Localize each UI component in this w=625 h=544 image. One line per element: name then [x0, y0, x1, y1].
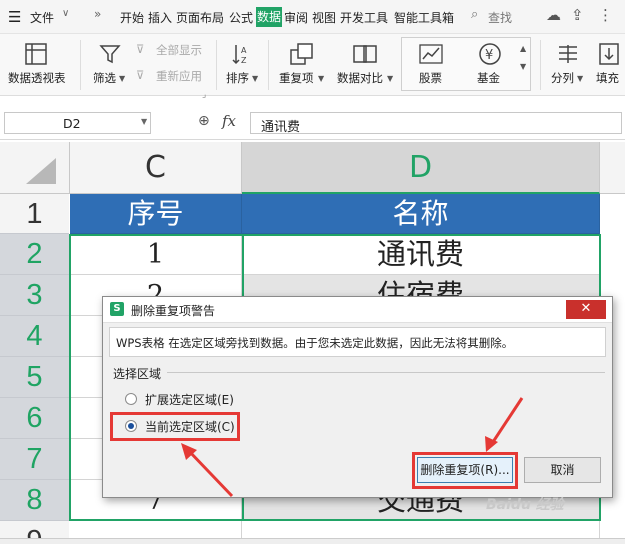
baidu-watermark: Baidu 经验: [486, 497, 564, 513]
annotation-arrows: [181, 397, 524, 498]
annotation-arrow-to-radio: [186, 448, 234, 498]
annotation-arrow-to-button: [489, 397, 524, 446]
sheet-tab-strip: [0, 538, 625, 544]
